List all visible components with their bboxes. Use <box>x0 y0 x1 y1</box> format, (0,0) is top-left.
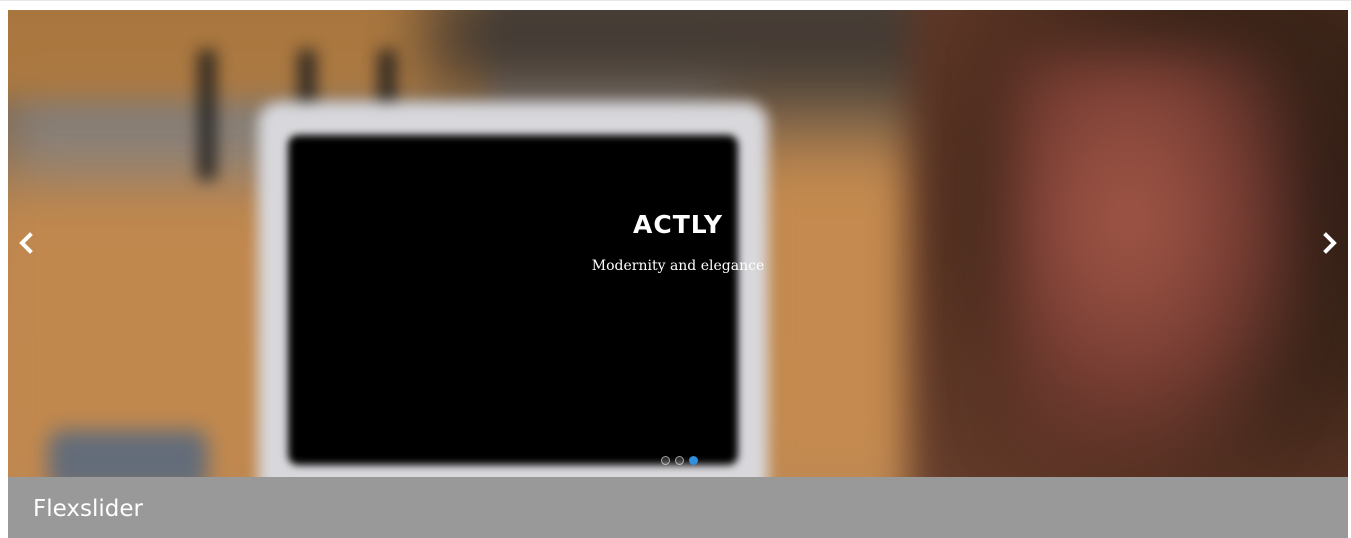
slide-dot-1[interactable] <box>660 456 670 465</box>
slide-caption-title: ACTLY <box>633 210 723 239</box>
slide-dot-2[interactable] <box>674 456 684 465</box>
slide-dot-3-active[interactable] <box>688 456 698 465</box>
top-border <box>0 0 1351 1</box>
previous-slide-button[interactable] <box>14 228 38 258</box>
slide-caption: ACTLY Modernity and elegance <box>8 206 1348 276</box>
slider-title-bar: Flexslider <box>8 477 1348 538</box>
slide-caption-subtitle: Modernity and elegance <box>591 258 765 274</box>
slide-pagination <box>8 456 1348 465</box>
slider-title: Flexslider <box>33 496 143 522</box>
flexslider-slide[interactable]: ACTLY Modernity and elegance <box>8 10 1348 477</box>
page: ACTLY Modernity and elegance Flexslider <box>0 0 1351 538</box>
next-slide-button[interactable] <box>1318 228 1342 258</box>
chevron-right-icon <box>1323 232 1337 254</box>
chevron-left-icon <box>19 232 33 254</box>
